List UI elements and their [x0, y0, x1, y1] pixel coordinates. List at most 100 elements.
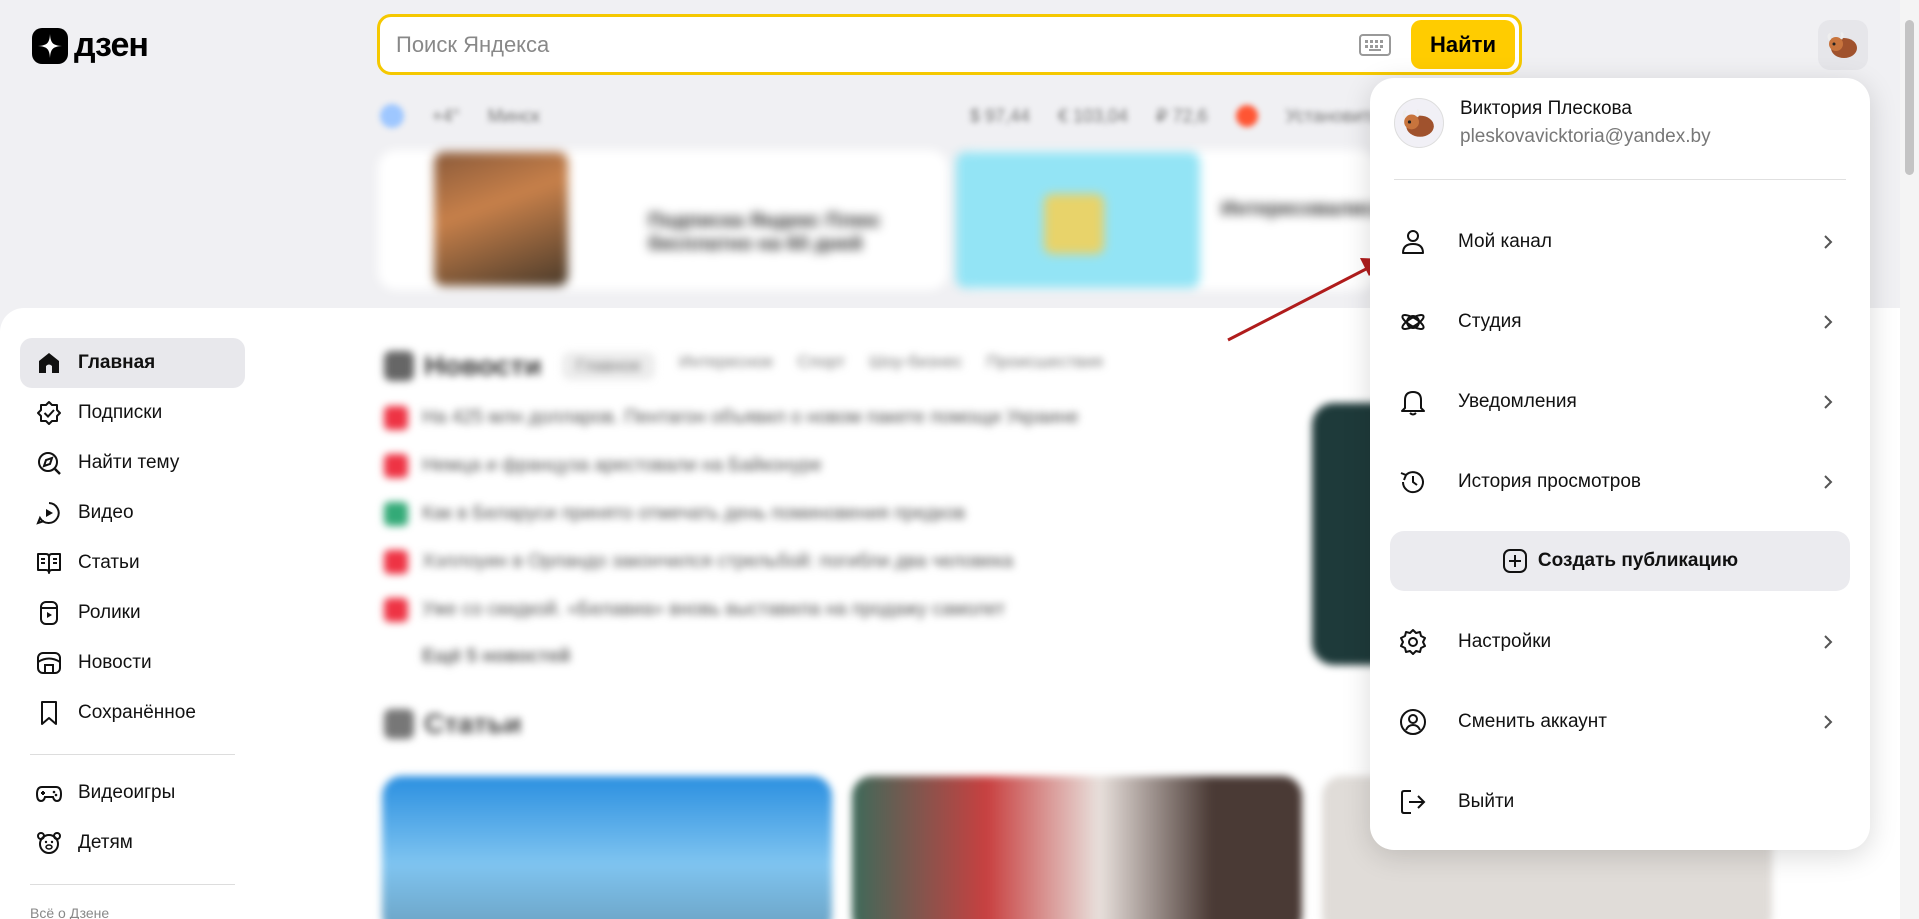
promo-card[interactable]: Интересовались Хантфлоу? Получите Месяц … — [956, 150, 1381, 290]
chevron-right-icon — [1824, 635, 1833, 649]
sidebar-item-saved[interactable]: Сохранённое — [20, 688, 245, 738]
history-icon — [1400, 471, 1424, 494]
weather-icon — [380, 104, 404, 128]
video-icon — [36, 502, 60, 525]
plus-square-icon — [1502, 549, 1527, 573]
eur-rate: € 103,04 — [1057, 105, 1129, 126]
usd-rate: $ 97,44 — [969, 105, 1030, 126]
info-strip: +4° Минск $ 97,44 € 103,04 ₽ 72,6 Устано… — [380, 98, 1380, 134]
sidebar-divider — [30, 884, 235, 885]
news-item[interactable]: Хэллоуин в Орландо закончился стрельбой:… — [384, 550, 1013, 574]
chip[interactable]: Интересное — [679, 352, 773, 380]
more-news-link[interactable]: Ещё 5 новостей — [422, 646, 570, 668]
promo-image — [434, 152, 568, 286]
menu-item-logout[interactable]: Выйти — [1394, 777, 1846, 827]
left-sidebar: Главная Подписки Найти тему Видео Статьи… — [0, 308, 362, 919]
studio-icon — [1401, 314, 1425, 330]
news-item[interactable]: На 425 млн долларов. Пентагон объявил о … — [384, 406, 1079, 430]
sidebar-divider — [30, 754, 235, 755]
chip[interactable]: Происшествия — [987, 352, 1103, 380]
user-avatar — [1394, 98, 1444, 148]
browser-icon — [1235, 105, 1258, 127]
chevron-right-icon — [1824, 475, 1833, 489]
menu-divider — [1394, 179, 1846, 180]
user-info[interactable]: Виктория Плескова pleskovavicktoria@yand… — [1394, 98, 1711, 148]
keyboard-icon[interactable] — [1359, 33, 1391, 57]
news-item[interactable]: Как в Беларуси принято отмечать день пом… — [384, 502, 965, 526]
article-card[interactable] — [382, 776, 832, 919]
news-item[interactable]: Немца и француза арестовали на Байконуре — [384, 454, 822, 478]
profile-menu: Виктория Плескова pleskovavicktoria@yand… — [1370, 78, 1870, 850]
yak-avatar-icon — [1827, 31, 1857, 58]
chip[interactable]: Шоу-бизнес — [869, 352, 962, 380]
sidebar-item-news[interactable]: Новости — [20, 638, 245, 688]
account-circle-icon — [1400, 709, 1426, 735]
search-input[interactable] — [396, 31, 1359, 58]
news-icon — [37, 652, 61, 674]
sidebar-item-video[interactable]: Видео — [20, 488, 245, 538]
scroll-thumb[interactable] — [1905, 20, 1914, 175]
promo-row: Подписка Яндекс Плюс бесплатно на 60 дне… — [378, 150, 1381, 290]
bear-icon — [37, 832, 61, 854]
sidebar-item-subscriptions[interactable]: Подписки — [20, 388, 245, 438]
sidebar-item-videogames[interactable]: Видеоигры — [20, 768, 245, 818]
menu-item-settings[interactable]: Настройки — [1394, 617, 1846, 667]
about-dzen-link[interactable]: Всё о Дзене — [30, 905, 109, 919]
menu-item-switch-account[interactable]: Сменить аккаунт — [1394, 697, 1846, 747]
bell-icon — [1401, 391, 1425, 416]
user-name: Виктория Плескова — [1460, 98, 1632, 119]
chip[interactable]: Спорт — [797, 352, 845, 380]
dzen-logo[interactable]: дзен — [32, 26, 149, 65]
sidebar-item-home[interactable]: Главная — [20, 338, 245, 388]
profile-avatar-button[interactable] — [1818, 20, 1868, 70]
logo-text: дзен — [74, 26, 149, 64]
shorts-icon — [40, 601, 58, 625]
logout-icon — [1401, 790, 1426, 814]
search-button[interactable]: Найти — [1411, 20, 1515, 69]
chevron-right-icon — [1824, 395, 1833, 409]
promo-card[interactable]: Подписка Яндекс Плюс бесплатно на 60 дне… — [378, 150, 948, 290]
user-icon — [1402, 230, 1424, 254]
install-link: Установить — [1285, 105, 1380, 126]
create-publication-button[interactable]: Создать публикацию — [1390, 531, 1850, 591]
articles-header: Статьи — [384, 708, 522, 740]
news-source-icon — [384, 502, 408, 526]
menu-item-history[interactable]: История просмотров — [1394, 457, 1846, 507]
promo-title: Интересовались Хантфлоу? Получите Месяц … — [1221, 198, 1381, 220]
dzen-star-icon — [32, 27, 68, 64]
sidebar-item-kids[interactable]: Детям — [20, 818, 245, 868]
chevron-right-icon — [1824, 315, 1833, 329]
yak-avatar-icon — [1402, 109, 1434, 137]
news-source-icon — [384, 454, 408, 478]
bookmark-icon — [41, 701, 57, 725]
sidebar-item-find-topic[interactable]: Найти тему — [20, 438, 245, 488]
article-card[interactable] — [852, 776, 1302, 919]
subscriptions-icon — [37, 401, 61, 425]
news-source-icon — [384, 598, 408, 622]
compass-icon — [38, 452, 61, 475]
page-scrollbar[interactable] — [1900, 0, 1919, 919]
menu-item-notifications[interactable]: Уведомления — [1394, 377, 1846, 427]
articles-icon — [384, 709, 414, 739]
book-icon — [37, 553, 61, 574]
sidebar-item-shorts[interactable]: Ролики — [20, 588, 245, 638]
chevron-right-icon — [1824, 715, 1833, 729]
news-icon — [384, 351, 414, 381]
search-bar: Найти — [377, 14, 1522, 75]
home-icon — [39, 353, 59, 373]
gear-icon — [1400, 629, 1426, 655]
user-email: pleskovavicktoria@yandex.by — [1460, 126, 1711, 147]
news-item[interactable]: Уже со скидкой. «Белавиа» вновь выставил… — [384, 598, 1005, 622]
news-source-icon — [384, 406, 408, 430]
menu-item-my-channel[interactable]: Мой канал — [1394, 217, 1846, 267]
menu-item-studio[interactable]: Студия — [1394, 297, 1846, 347]
news-header: Новости — [384, 350, 541, 382]
chevron-right-icon — [1824, 235, 1833, 249]
news-chips: Главное Интересное Спорт Шоу-бизнес Прои… — [562, 352, 1103, 380]
rub-rate: ₽ 72,6 — [1156, 105, 1208, 126]
chip[interactable]: Главное — [562, 352, 655, 380]
sidebar-item-articles[interactable]: Статьи — [20, 538, 245, 588]
temperature: +4° — [432, 105, 460, 126]
news-source-icon — [384, 550, 408, 574]
promo-title: Подписка Яндекс Плюс бесплатно на 60 дне… — [648, 210, 881, 255]
